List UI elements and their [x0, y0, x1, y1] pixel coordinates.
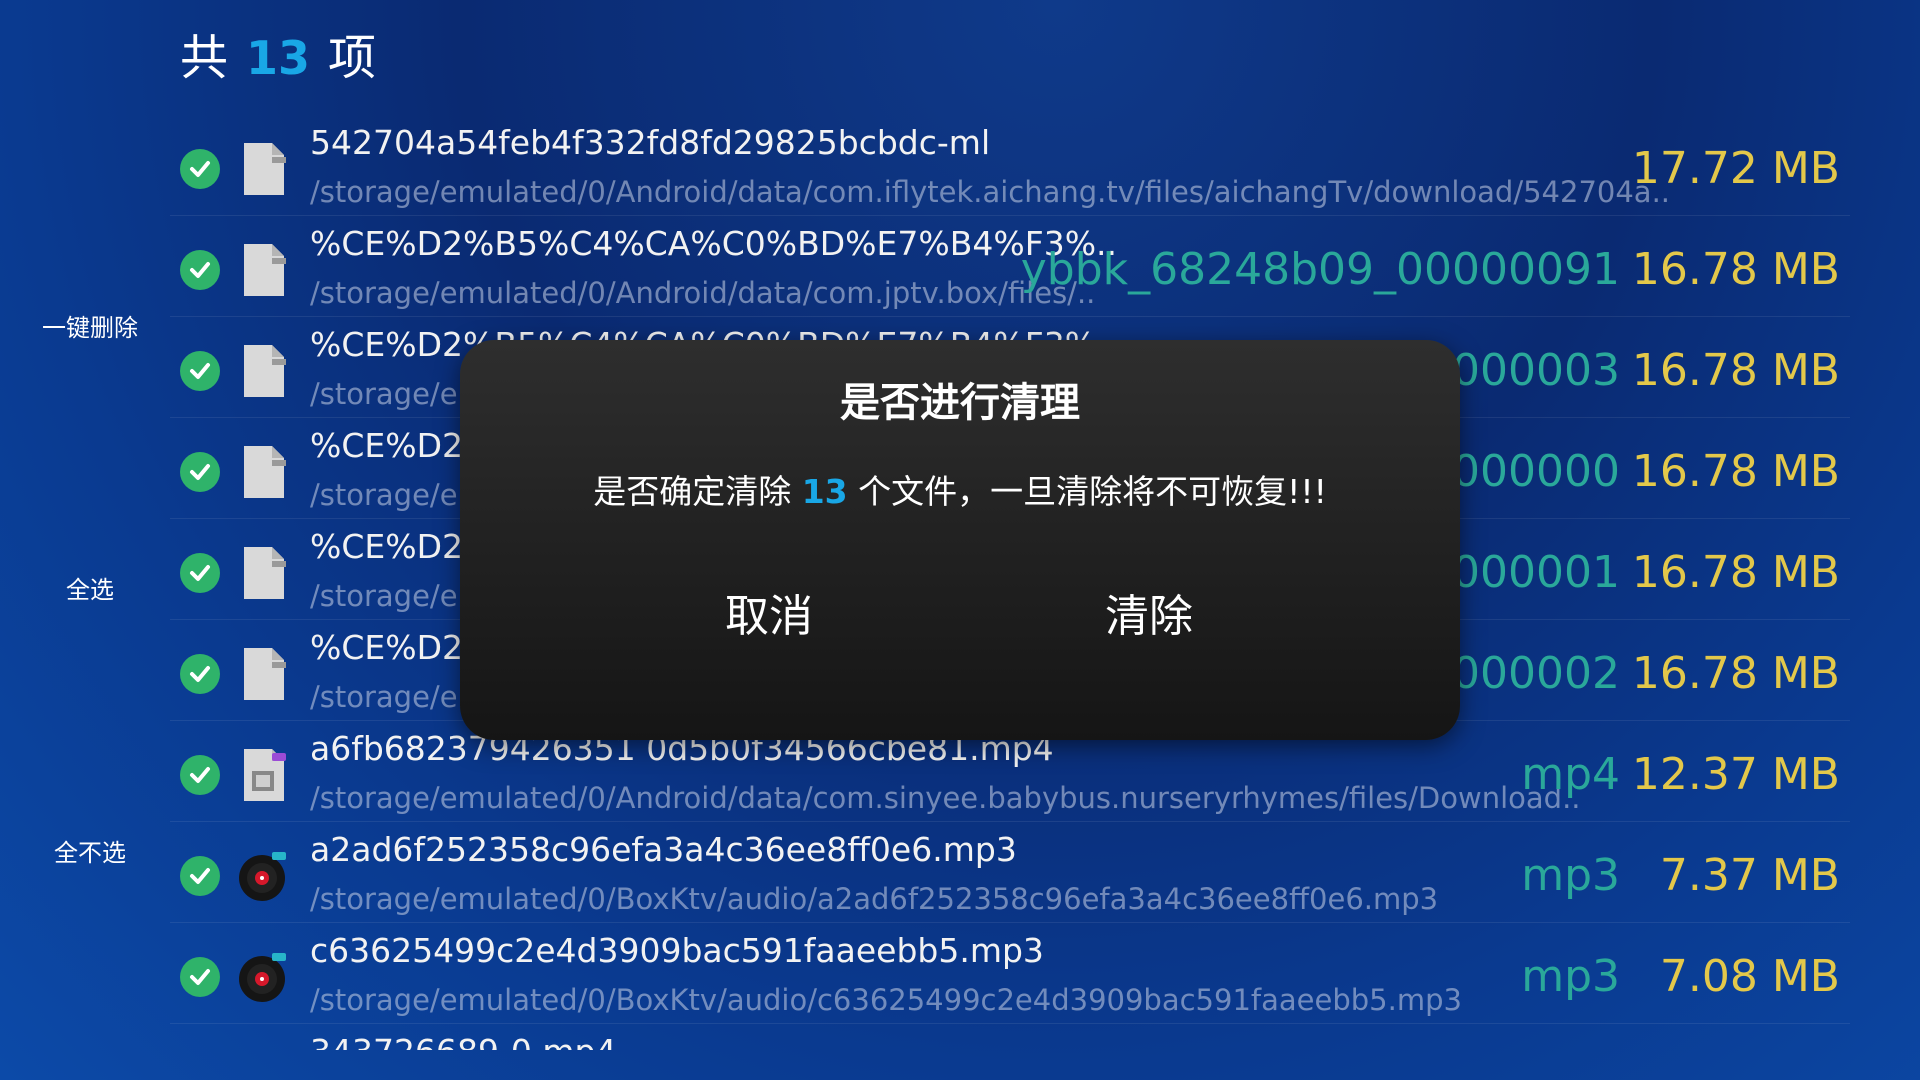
cancel-button[interactable]: 取消	[725, 580, 813, 644]
file-size: 16.78 MB	[1631, 446, 1840, 497]
select-all-button[interactable]: 全选	[0, 570, 180, 605]
file-path: /storage/en	[310, 579, 476, 613]
file-name: c63625499c2e4d3909bac591faaeebb5.mp3	[310, 931, 1044, 970]
document-icon	[238, 545, 288, 601]
checked-icon[interactable]	[180, 351, 220, 391]
dialog-message: 是否确定清除 13 个文件，一旦清除将不可恢复!!!	[460, 465, 1460, 513]
dialog-message-suffix: 个文件，一旦清除将不可恢复!!!	[858, 472, 1327, 511]
checked-icon[interactable]	[180, 452, 220, 492]
file-row[interactable]: 542704a54feb4f332fd8fd29825bcbdc-ml/stor…	[170, 115, 1850, 216]
checked-icon[interactable]	[180, 149, 220, 189]
file-size: 7.08 MB	[1659, 951, 1840, 1002]
file-type: mp3	[1521, 850, 1620, 901]
item-count: 13	[246, 31, 311, 85]
page-title: 共 13 项	[180, 18, 376, 88]
file-size: 16.78 MB	[1631, 345, 1840, 396]
file-size: 16.78 MB	[1631, 547, 1840, 598]
file-size: 17.72 MB	[1631, 143, 1840, 194]
file-path: /storage/emulated/0/BoxKtv/audio/c636254…	[310, 983, 1462, 1017]
video-file-icon	[238, 747, 288, 803]
file-row[interactable]: 343726689-0.mp4	[170, 1024, 1850, 1050]
delete-all-button[interactable]: 一键删除	[0, 308, 180, 343]
clear-button[interactable]: 清除	[1105, 580, 1193, 644]
file-name: 542704a54feb4f332fd8fd29825bcbdc-ml	[310, 123, 991, 162]
checked-icon[interactable]	[180, 250, 220, 290]
document-icon	[238, 141, 288, 197]
file-row[interactable]: c63625499c2e4d3909bac591faaeebb5.mp3/sto…	[170, 923, 1850, 1024]
file-path: /storage/en	[310, 680, 476, 714]
document-icon	[238, 444, 288, 500]
document-icon	[238, 646, 288, 702]
file-size: 16.78 MB	[1631, 244, 1840, 295]
dialog-title: 是否进行清理	[840, 380, 1080, 426]
title-prefix: 共	[180, 30, 229, 86]
file-path: /storage/emulated/0/BoxKtv/audio/a2ad6f2…	[310, 882, 1439, 916]
file-path: /storage/en	[310, 478, 476, 512]
file-type: mp3	[1521, 951, 1620, 1002]
file-path: /storage/emulated/0/Android/data/com.ifl…	[310, 175, 1671, 209]
file-name: a2ad6f252358c96efa3a4c36ee8ff0e6.mp3	[310, 830, 1017, 869]
dialog-file-count: 13	[801, 472, 848, 511]
file-name: 343726689-0.mp4	[310, 1032, 616, 1050]
file-path: /storage/en	[310, 377, 476, 411]
document-icon	[238, 343, 288, 399]
checked-icon[interactable]	[180, 553, 220, 593]
clean-confirm-dialog: 是否进行清理 是否确定清除 13 个文件，一旦清除将不可恢复!!! 取消 清除	[460, 340, 1460, 740]
title-suffix: 项	[328, 30, 377, 86]
checked-icon[interactable]	[180, 654, 220, 694]
dialog-message-prefix: 是否确定清除	[593, 472, 792, 511]
file-path: /storage/emulated/0/Android/data/com.sin…	[310, 781, 1581, 815]
file-size: 7.37 MB	[1659, 850, 1840, 901]
file-row[interactable]: %CE%D2%B5%C4%CA%C0%BD%E7%B4%F3%.. /storag…	[170, 216, 1850, 317]
checked-icon[interactable]	[180, 957, 220, 997]
file-size: 12.37 MB	[1631, 749, 1840, 800]
file-type: mp4	[1521, 749, 1620, 800]
file-row[interactable]: a2ad6f252358c96efa3a4c36ee8ff0e6.mp3/sto…	[170, 822, 1850, 923]
file-path: /storage/emulated/0/Android/data/com.jpt…	[310, 276, 1096, 310]
music-disc-icon	[238, 949, 288, 1005]
music-disc-icon	[238, 848, 288, 904]
document-icon	[238, 242, 288, 298]
file-name: %CE%D2%B5%C4%CA%C0%BD%E7%B4%F3%..	[310, 224, 1118, 263]
checked-icon[interactable]	[180, 856, 220, 896]
select-none-button[interactable]: 全不选	[0, 833, 180, 868]
file-size: 16.78 MB	[1631, 648, 1840, 699]
file-type: ybbk_68248b09_00000091	[1020, 244, 1620, 295]
checked-icon[interactable]	[180, 755, 220, 795]
